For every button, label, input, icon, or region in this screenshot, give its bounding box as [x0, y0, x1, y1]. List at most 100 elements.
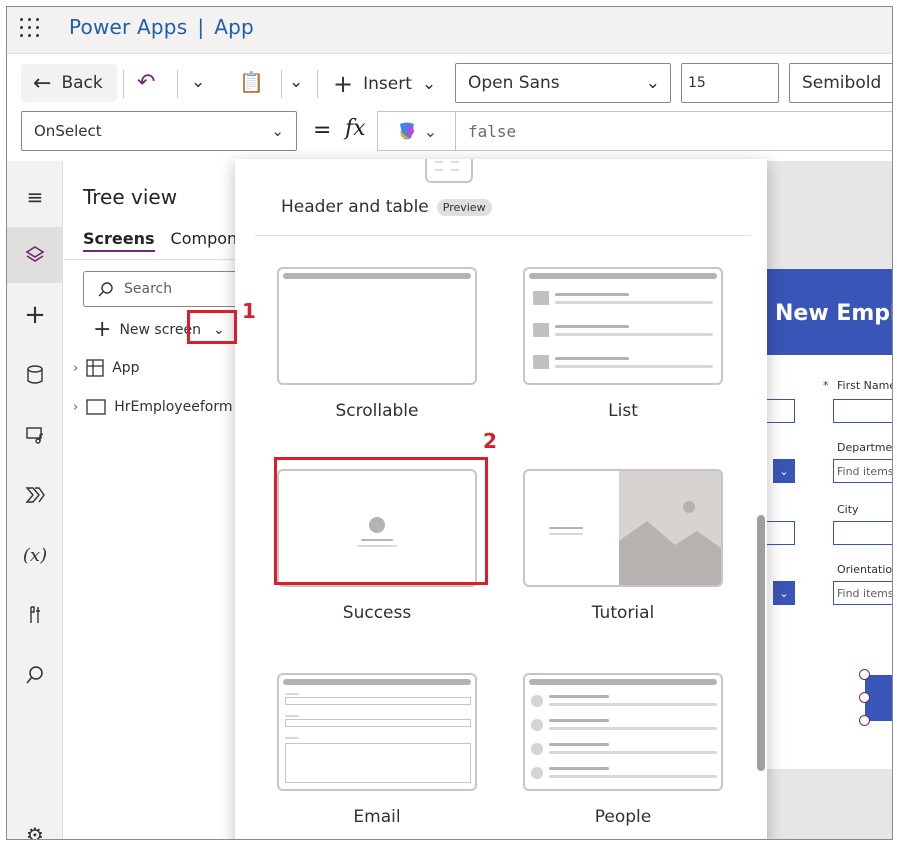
undo-icon: ↶ — [137, 70, 156, 95]
chevron-down-icon: ⌄ — [645, 73, 660, 93]
paste-button[interactable]: 📋 — [239, 70, 264, 94]
chevron-down-icon: ⌄ — [423, 121, 438, 141]
template-label: Tutorial — [591, 603, 655, 623]
list-thumbnail — [523, 267, 723, 385]
tree-search-input[interactable]: Search — [83, 271, 253, 307]
gallery-scrollbar[interactable] — [757, 515, 765, 771]
callout-number-2: 2 — [483, 429, 497, 453]
media-icon[interactable] — [7, 407, 63, 463]
command-bar: ← Back ↶ ⌄ 📋 ⌄ + Insert ⌄ Open Sans ⌄ 15 — [7, 53, 892, 161]
database-icon[interactable] — [7, 347, 63, 403]
font-weight-select[interactable]: Semibold — [789, 63, 892, 103]
chevron-down-icon[interactable]: ⌄ — [773, 459, 795, 483]
search-icon — [98, 282, 113, 297]
insert-button[interactable]: + Insert ⌄ — [333, 70, 436, 98]
template-scrollable[interactable]: Scrollable — [277, 267, 477, 447]
divider — [255, 235, 751, 236]
hamburger-icon[interactable]: ≡ — [7, 169, 63, 225]
font-size-input[interactable]: 15 — [681, 63, 779, 103]
tree-view-pane: Tree view Screens Compon Search + New sc… — [63, 161, 253, 839]
image-icon — [533, 355, 549, 369]
field-label-orientation: Orientation — [837, 563, 893, 576]
callout-number-1: 1 — [242, 299, 256, 323]
selection-handle[interactable] — [859, 669, 870, 680]
back-label: Back — [61, 73, 103, 93]
clipboard-icon: 📋 — [239, 70, 264, 94]
email-field-placeholder — [285, 719, 471, 727]
field-label-city: City — [837, 503, 859, 516]
form-field[interactable] — [765, 521, 795, 545]
app-launcher-icon[interactable] — [19, 17, 41, 39]
tools-icon[interactable] — [7, 587, 63, 643]
field-label-department: Departmen — [837, 441, 893, 454]
tutorial-thumbnail — [523, 469, 723, 587]
tab-components[interactable]: Compon — [171, 229, 238, 252]
font-family-select[interactable]: Open Sans ⌄ — [455, 63, 671, 103]
image-icon — [533, 323, 549, 337]
city-input[interactable] — [833, 521, 892, 545]
property-select[interactable]: OnSelect ⌄ — [21, 111, 297, 151]
orientation-combobox[interactable]: Find items — [833, 581, 893, 605]
combobox-placeholder: Find items — [837, 586, 893, 600]
undo-button[interactable]: ↶ — [137, 70, 155, 95]
plus-icon[interactable]: + — [7, 287, 63, 343]
font-weight-value: Semibold — [802, 73, 882, 93]
property-value: OnSelect — [34, 122, 102, 140]
insert-label: Insert — [363, 74, 412, 94]
email-thumbnail — [277, 673, 477, 791]
power-automate-icon[interactable] — [7, 467, 63, 523]
form-field[interactable] — [765, 399, 795, 423]
chevron-right-icon[interactable]: › — [73, 361, 78, 376]
plus-icon: + — [333, 70, 354, 98]
tree-node-screen[interactable]: › HrEmployeeform — [73, 399, 232, 415]
paste-dropdown-button[interactable]: ⌄ — [289, 72, 303, 92]
template-label: List — [608, 401, 638, 421]
copilot-icon — [399, 122, 414, 140]
tree-view-title: Tree view — [83, 185, 178, 209]
tab-screens[interactable]: Screens — [83, 229, 155, 252]
fx-icon[interactable]: fx — [345, 116, 366, 141]
app-icon — [86, 359, 104, 377]
tree-node-label: App — [112, 360, 140, 376]
person-icon — [531, 695, 543, 707]
undo-dropdown-button[interactable]: ⌄ — [191, 72, 205, 92]
font-size-value: 15 — [688, 75, 706, 91]
combobox-placeholder: Find items — [837, 464, 893, 478]
copilot-button[interactable]: ⌄ — [377, 111, 455, 151]
plus-icon: + — [93, 317, 112, 342]
selection-handle[interactable] — [859, 715, 870, 726]
chevron-down-icon: ⌄ — [271, 122, 284, 140]
chevron-down-icon[interactable]: ⌄ — [773, 581, 795, 605]
template-header-and-table[interactable]: Header and table Preview — [281, 197, 492, 217]
template-list[interactable]: List — [523, 267, 723, 447]
back-button[interactable]: ← Back — [21, 64, 117, 102]
template-email[interactable]: Email — [277, 673, 477, 839]
product-name[interactable]: Power Apps — [69, 15, 187, 39]
tree-node-app[interactable]: › App — [73, 359, 140, 377]
first-name-input[interactable] — [833, 399, 892, 423]
chevron-right-icon[interactable]: › — [73, 400, 78, 415]
settings-icon[interactable]: ⚙ — [7, 807, 63, 839]
header-table-thumb[interactable] — [425, 159, 473, 183]
template-label: People — [594, 807, 652, 827]
variables-icon[interactable]: (x) — [7, 527, 63, 583]
equals-sign: = — [313, 118, 332, 143]
title-bar: Power Apps | App — [7, 7, 892, 53]
image-icon — [619, 501, 721, 585]
template-people[interactable]: People — [523, 673, 723, 839]
email-field-placeholder — [285, 697, 471, 705]
email-body-placeholder — [285, 743, 471, 783]
template-label: Success — [342, 603, 412, 623]
layers-icon[interactable] — [7, 227, 63, 283]
selection-handle[interactable] — [859, 692, 870, 703]
app-window: Power Apps | App ← Back ↶ ⌄ 📋 ⌄ + Insert ⌄ — [6, 6, 893, 840]
department-combobox[interactable]: Find items — [833, 459, 893, 483]
formula-bar-input[interactable]: false — [455, 111, 892, 151]
image-icon — [533, 291, 549, 305]
page-name: App — [214, 15, 254, 39]
person-icon — [531, 743, 543, 755]
template-tutorial[interactable]: Tutorial — [523, 469, 723, 649]
preview-badge: Preview — [436, 198, 492, 216]
search-icon[interactable] — [7, 647, 63, 703]
chevron-down-icon: ⌄ — [421, 74, 437, 94]
